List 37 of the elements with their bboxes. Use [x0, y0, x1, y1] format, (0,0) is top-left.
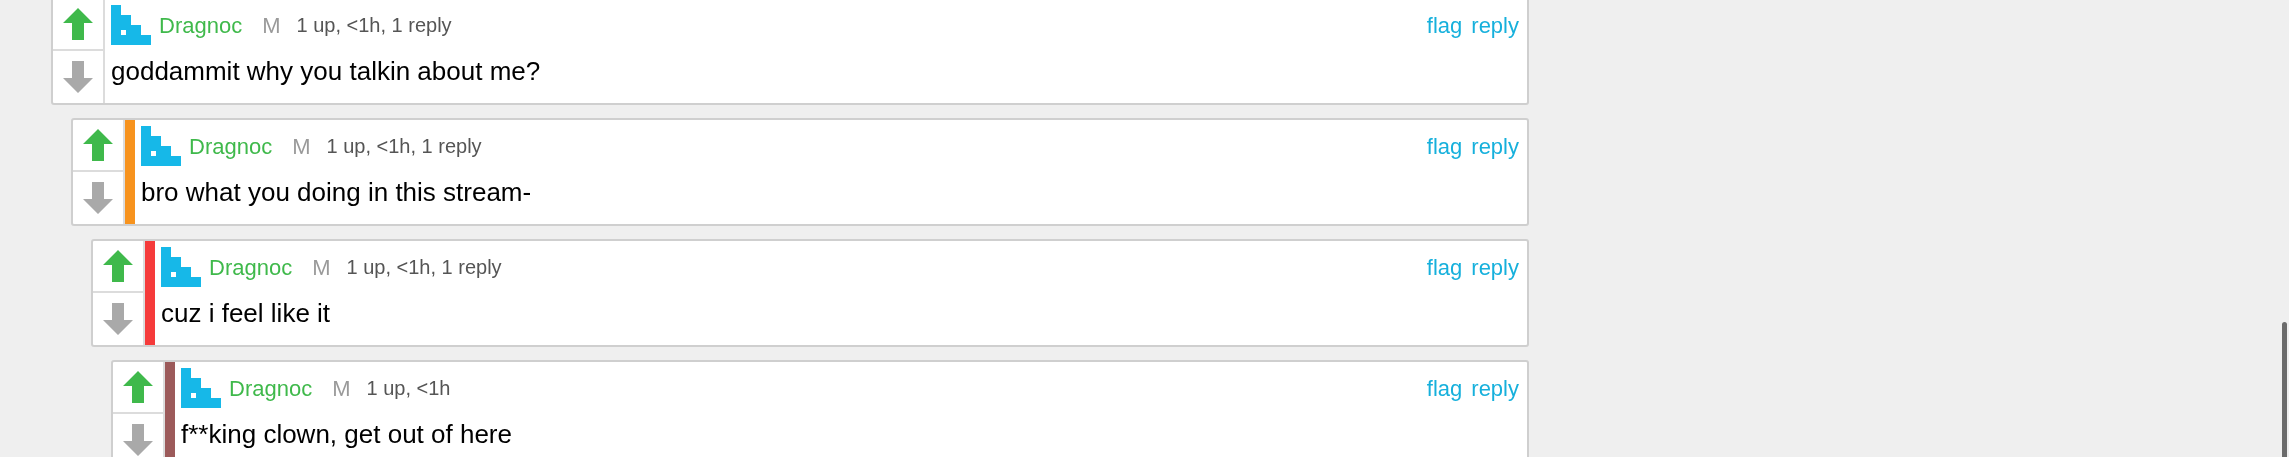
user-label: M [332, 374, 351, 403]
comment-text: cuz i feel like it [161, 297, 332, 330]
reply-link[interactable]: reply [1471, 251, 1519, 284]
author-link[interactable]: Dragnoc [189, 129, 273, 163]
down-arrow-icon [63, 61, 93, 93]
author-link[interactable]: Dragnoc [229, 371, 313, 405]
avatar-icon [141, 126, 181, 166]
avatar-icon [161, 247, 201, 287]
flag-link[interactable]: flag [1426, 251, 1463, 284]
comment-text: bro what you doing in this stream- [141, 176, 533, 209]
author-link[interactable]: Dragnoc [209, 250, 293, 284]
comment-meta: 1 up, <1h, 1 reply [326, 134, 482, 159]
reply-link[interactable]: reply [1471, 9, 1519, 42]
reply-link[interactable]: reply [1471, 372, 1519, 405]
scrollbar-thumb[interactable] [2282, 322, 2287, 457]
up-arrow-icon [63, 8, 93, 40]
down-arrow-icon [83, 182, 113, 214]
user-label: M [312, 253, 331, 282]
author-link[interactable]: Dragnoc [159, 8, 243, 42]
down-arrow-icon [103, 303, 133, 335]
comment-meta: 1 up, <1h, 1 reply [346, 255, 502, 280]
up-arrow-icon [103, 250, 133, 282]
reply-link[interactable]: reply [1471, 130, 1519, 163]
user-label: M [292, 132, 311, 161]
flag-link[interactable]: flag [1426, 9, 1463, 42]
flag-link[interactable]: flag [1426, 372, 1463, 405]
user-label: M [262, 11, 281, 40]
flag-link[interactable]: flag [1426, 130, 1463, 163]
avatar-icon [181, 368, 221, 408]
avatar-icon [111, 5, 151, 45]
comment-meta: 1 up, <1h, 1 reply [296, 13, 452, 38]
down-arrow-icon [123, 424, 153, 456]
up-arrow-icon [123, 371, 153, 403]
comment-text: f**king clown, get out of here [181, 418, 513, 451]
up-arrow-icon [83, 129, 113, 161]
comment-meta: 1 up, <1h [366, 376, 451, 401]
comment-text: goddammit why you talkin about me? [111, 55, 542, 88]
